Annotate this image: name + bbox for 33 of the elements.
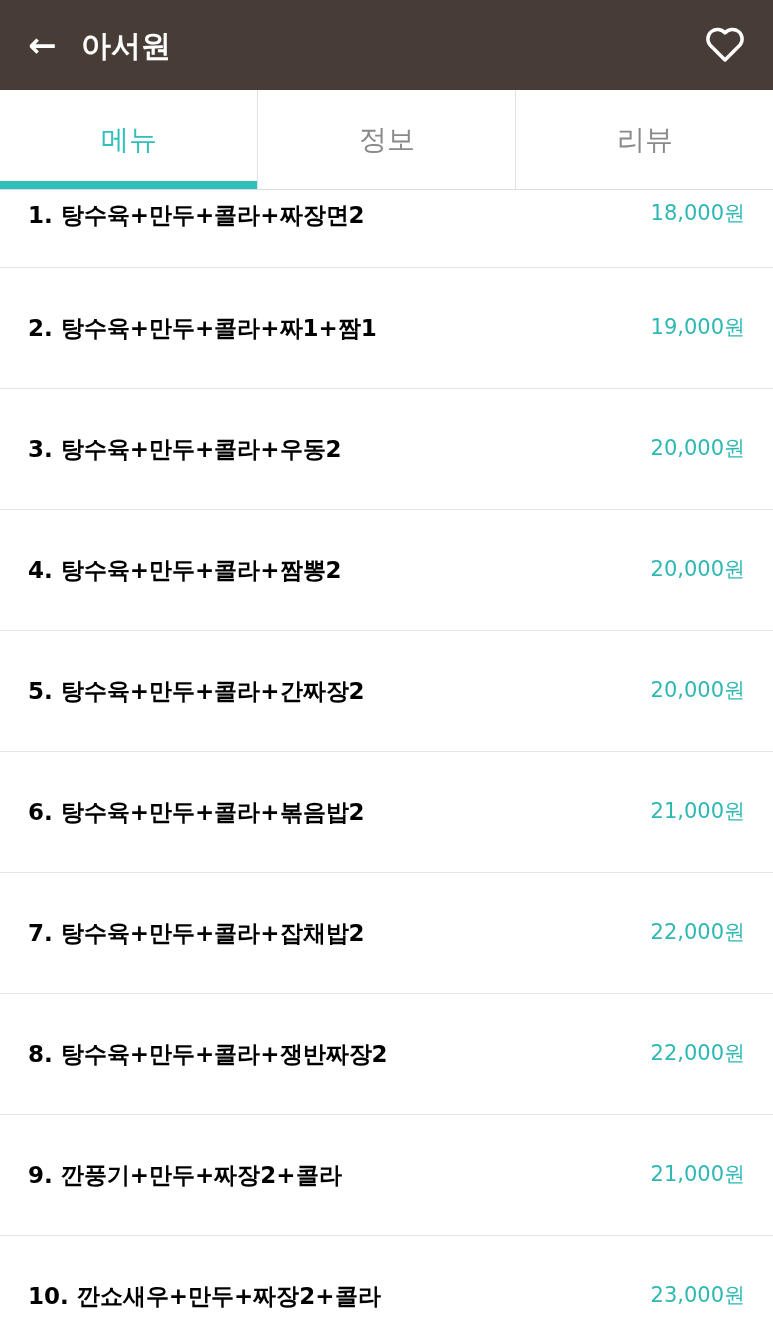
menu-item-name: 7. 탕수육+만두+콜라+잡채밥2 (28, 918, 365, 948)
back-button[interactable]: ← (28, 28, 57, 62)
menu-item-name: 10. 깐쇼새우+만두+짜장2+콜라 (28, 1281, 381, 1311)
menu-item[interactable]: 3. 탕수육+만두+콜라+우동2 20,000원 (0, 389, 773, 510)
menu-item-name: 1. 탕수육+만두+콜라+짜장면2 (28, 201, 365, 230)
menu-item[interactable]: 9. 깐풍기+만두+짜장2+콜라 21,000원 (0, 1115, 773, 1236)
menu-item-price: 20,000원 (650, 556, 745, 584)
menu-item-name: 5. 탕수육+만두+콜라+간짜장2 (28, 676, 365, 706)
menu-item-price: 22,000원 (650, 1040, 745, 1068)
menu-item[interactable]: 10. 깐쇼새우+만두+짜장2+콜라 23,000원 (0, 1236, 773, 1325)
menu-item-price: 23,000원 (650, 1282, 745, 1310)
menu-item[interactable]: 7. 탕수육+만두+콜라+잡채밥2 22,000원 (0, 873, 773, 994)
menu-item-price: 18,000원 (650, 200, 745, 227)
menu-item[interactable]: 4. 탕수육+만두+콜라+짬뽕2 20,000원 (0, 510, 773, 631)
menu-item-name: 2. 탕수육+만두+콜라+짜1+짬1 (28, 313, 377, 343)
menu-item-name: 6. 탕수육+만두+콜라+볶음밥2 (28, 797, 365, 827)
menu-item-price: 20,000원 (650, 435, 745, 463)
menu-item-name: 3. 탕수육+만두+콜라+우동2 (28, 434, 342, 464)
menu-item-name: 4. 탕수육+만두+콜라+짬뽕2 (28, 555, 342, 585)
menu-item-name: 8. 탕수육+만두+콜라+쟁반짜장2 (28, 1039, 388, 1069)
menu-item-price: 22,000원 (650, 919, 745, 947)
menu-item[interactable]: 5. 탕수육+만두+콜라+간짜장2 20,000원 (0, 631, 773, 752)
menu-item[interactable]: 2. 탕수육+만두+콜라+짜1+짬1 19,000원 (0, 268, 773, 389)
menu-item[interactable]: 8. 탕수육+만두+콜라+쟁반짜장2 22,000원 (0, 994, 773, 1115)
menu-item-price: 21,000원 (650, 1161, 745, 1189)
menu-item-name: 9. 깐풍기+만두+짜장2+콜라 (28, 1160, 342, 1190)
menu-item-price: 20,000원 (650, 677, 745, 705)
menu-item-price: 21,000원 (650, 798, 745, 826)
menu-item[interactable]: 1. 탕수육+만두+콜라+짜장면2 18,000원 (0, 190, 773, 268)
menu-item-price: 19,000원 (650, 314, 745, 342)
menu-item[interactable]: 6. 탕수육+만두+콜라+볶음밥2 21,000원 (0, 752, 773, 873)
heart-icon[interactable] (705, 27, 745, 63)
restaurant-title: 아서원 (80, 26, 171, 65)
